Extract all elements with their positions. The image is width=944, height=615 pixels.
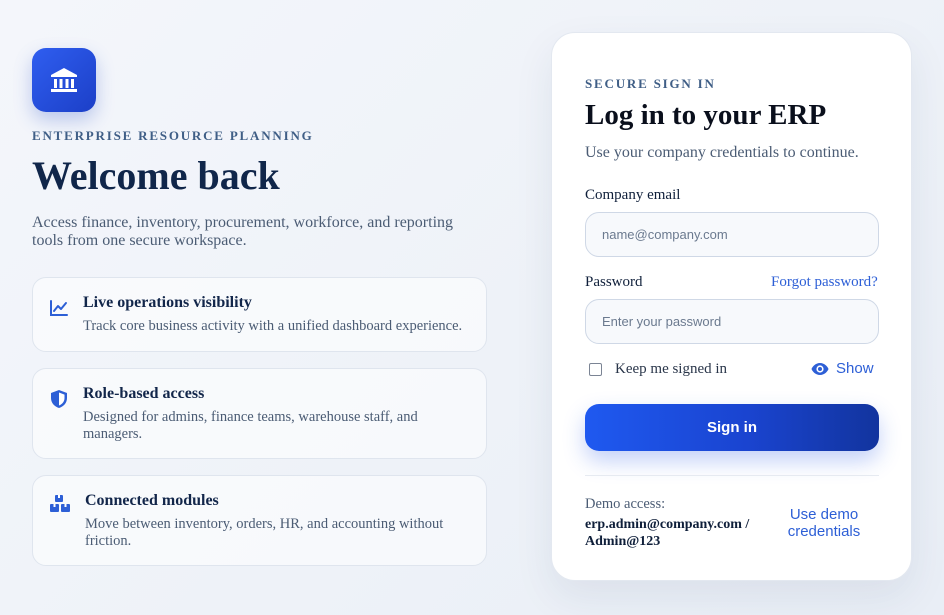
line-chart-icon <box>50 300 68 316</box>
demo-access-label: Demo access: <box>585 496 666 512</box>
password-label: Password <box>585 274 643 290</box>
feature-title: Connected modules <box>85 492 219 509</box>
keep-signed-in-label: Keep me signed in <box>615 361 728 377</box>
sign-in-button[interactable]: Sign in <box>585 404 879 451</box>
feature-description: Track core business activity with a unif… <box>83 318 463 334</box>
welcome-panel: ENTERPRISE RESOURCE PLANNING Welcome bac… <box>32 48 487 250</box>
login-title: Log in to your ERP <box>585 99 827 131</box>
login-subtitle: Use your company credentials to continue… <box>585 144 859 161</box>
card-eyebrow: SECURE SIGN IN <box>585 76 716 91</box>
password-field[interactable] <box>585 299 879 344</box>
login-card: SECURE SIGN IN Log in to your ERP Use yo… <box>551 32 912 581</box>
use-demo-credentials-button[interactable]: Use demo credentials <box>774 506 874 540</box>
panel-eyebrow: ENTERPRISE RESOURCE PLANNING <box>32 128 314 143</box>
eye-icon <box>811 362 829 375</box>
feature-title: Live operations visibility <box>83 294 252 311</box>
feature-card-access: Role-based access Designed for admins, f… <box>32 368 487 459</box>
boxes-icon <box>50 495 70 512</box>
divider <box>585 475 879 476</box>
feature-card-operations: Live operations visibility Track core bu… <box>32 277 487 352</box>
forgot-password-link[interactable]: Forgot password? <box>771 274 878 291</box>
brand-logo <box>32 48 96 112</box>
show-password-toggle[interactable]: Show <box>811 360 874 377</box>
feature-title: Role-based access <box>83 385 205 402</box>
shield-icon <box>51 390 67 408</box>
panel-description: Access finance, inventory, procurement, … <box>32 214 454 249</box>
feature-description: Designed for admins, finance teams, ware… <box>83 409 418 442</box>
bank-building-icon <box>51 68 77 92</box>
feature-card-modules: Connected modules Move between inventory… <box>32 475 487 566</box>
feature-description: Move between inventory, orders, HR, and … <box>85 516 444 549</box>
email-field[interactable] <box>585 212 879 257</box>
email-label: Company email <box>585 187 681 203</box>
page-title: Welcome back <box>32 153 280 198</box>
demo-credentials-text: erp.admin@company.com / Admin@123 <box>585 517 750 549</box>
show-password-label: Show <box>836 360 874 377</box>
keep-signed-in-checkbox[interactable] <box>589 363 602 376</box>
